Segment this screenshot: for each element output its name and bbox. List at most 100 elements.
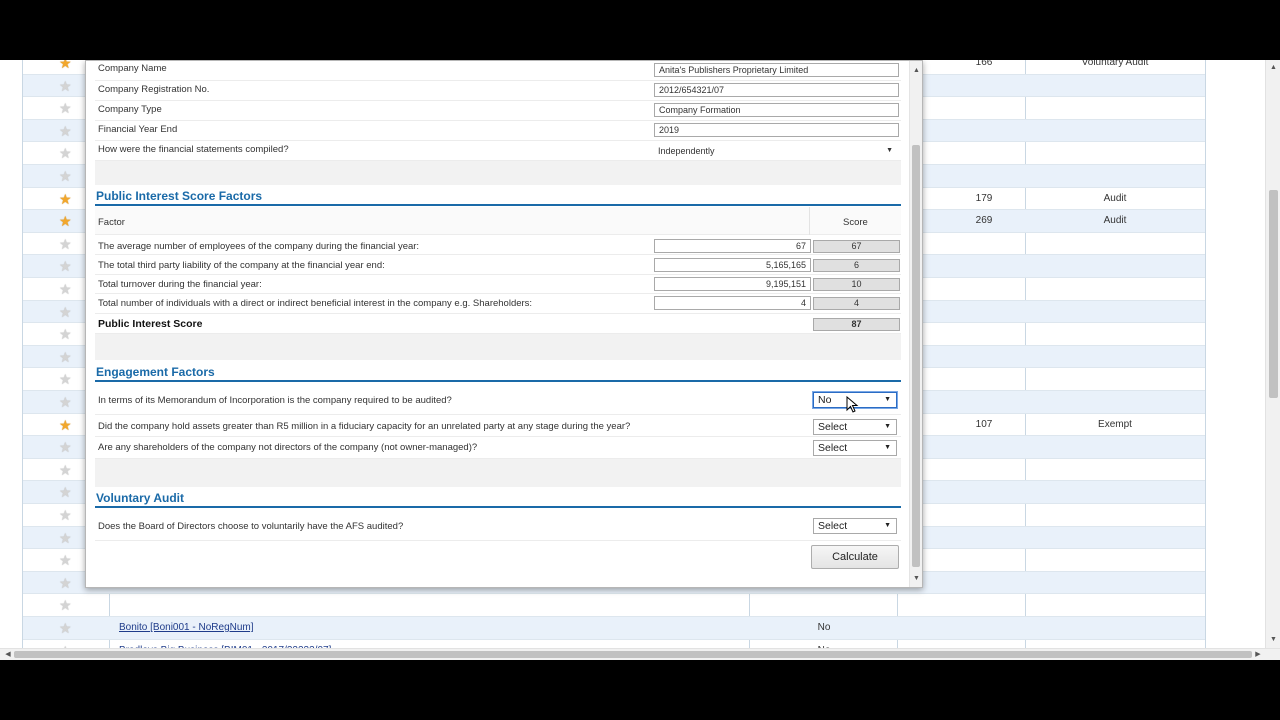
scroll-right-arrow-icon[interactable]: ▶	[1252, 649, 1264, 661]
column-divider	[809, 207, 810, 235]
dialog-vertical-scrollbar[interactable]: ▲ ▼	[909, 61, 922, 587]
favourite-star-icon[interactable]: ★	[59, 278, 72, 300]
favourite-star-icon[interactable]: ★	[59, 75, 72, 97]
page-vertical-scrollbar[interactable]: ▲ ▼	[1265, 60, 1280, 648]
company-reg-label: Company Registration No.	[98, 84, 210, 95]
favourite-star-icon[interactable]: ★	[59, 165, 72, 187]
favourite-star-icon[interactable]: ★	[59, 233, 72, 255]
flag-cell: No	[749, 640, 899, 648]
page-horizontal-scrollbar[interactable]: ◀ ▶	[0, 648, 1280, 660]
company-name-field[interactable]: Anita's Publishers Proprietary Limited	[654, 63, 899, 77]
favourite-star-icon[interactable]: ★	[59, 572, 72, 594]
pis-row-employees: The average number of employees of the c…	[95, 235, 901, 255]
favourite-star-icon[interactable]: ★	[59, 594, 72, 616]
fiduciary-select[interactable]: Select ▼	[813, 419, 897, 435]
favourite-star-icon[interactable]: ★	[59, 436, 72, 458]
company-type-field[interactable]: Company Formation	[654, 103, 899, 117]
engagement-row-fiduciary: Did the company hold assets greater than…	[95, 415, 901, 437]
fiduciary-select-value: Select	[818, 421, 848, 433]
favourite-star-icon[interactable]: ★	[59, 549, 72, 571]
pis-score-cell: 269	[975, 215, 993, 227]
turnover-score: 10	[813, 278, 900, 291]
company-name-label: Company Name	[98, 63, 167, 74]
pis-section-divider	[95, 204, 901, 206]
favourite-star-icon[interactable]: ★	[59, 188, 72, 210]
pis-section-title: Public Interest Score Factors	[96, 189, 263, 203]
favourite-star-icon[interactable]: ★	[59, 504, 72, 526]
pis-row-label: The total third party liability of the c…	[98, 260, 385, 271]
pis-row-label: Total number of individuals with a direc…	[98, 298, 533, 309]
pis-row-label: Total turnover during the financial year…	[98, 279, 262, 290]
voluntary-audit-select[interactable]: Select ▼	[813, 518, 897, 534]
engagement-section-divider	[95, 380, 901, 382]
favourite-star-icon[interactable]: ★	[59, 368, 72, 390]
favourite-star-icon[interactable]: ★	[59, 97, 72, 119]
favourite-star-icon[interactable]: ★	[59, 481, 72, 503]
pis-row-liability: The total third party liability of the c…	[95, 255, 901, 275]
favourite-star-icon[interactable]: ★	[59, 391, 72, 413]
engagement-section-title: Engagement Factors	[96, 365, 215, 379]
pis-score-cell: 166	[975, 60, 993, 68]
favourite-star-icon[interactable]: ★	[59, 323, 72, 345]
chevron-down-icon: ▼	[884, 396, 891, 403]
favourite-star-icon[interactable]: ★	[59, 617, 72, 639]
table-row: ★ Bradleys Big Business [BIM01 - 2017/222…	[23, 640, 1205, 648]
engagement-type-cell: Audit	[1103, 192, 1127, 204]
liability-input[interactable]: 5,165,165	[654, 258, 811, 272]
pis-score-cell: 179	[975, 192, 993, 204]
scroll-up-arrow-icon[interactable]: ▲	[910, 65, 922, 77]
financial-year-end-field[interactable]: 2019	[654, 123, 899, 137]
voluntary-audit-select-value: Select	[818, 520, 848, 532]
compiled-row: How were the financial statements compil…	[95, 141, 901, 161]
page-hscroll-thumb[interactable]	[14, 651, 1252, 658]
financial-year-end-row: Financial Year End 2019	[95, 121, 901, 141]
scroll-left-arrow-icon[interactable]: ◀	[2, 649, 14, 661]
favourite-star-icon[interactable]: ★	[59, 640, 72, 648]
calculate-button[interactable]: Calculate	[811, 545, 899, 569]
employees-input[interactable]: 67	[654, 239, 811, 253]
pis-total-label: Public Interest Score	[98, 318, 203, 330]
pis-row-shareholders: Total number of individuals with a direc…	[95, 294, 901, 314]
compiled-select[interactable]: Independently ▼	[654, 144, 899, 158]
engagement-row-moi: In terms of its Memorandum of Incorporat…	[95, 383, 901, 415]
favourite-star-icon[interactable]: ★	[59, 120, 72, 142]
shareholders-input[interactable]: 4	[654, 296, 811, 310]
favourite-star-icon[interactable]: ★	[59, 210, 72, 232]
voluntary-section-title: Voluntary Audit	[96, 491, 184, 505]
turnover-input[interactable]: 9,195,151	[654, 277, 811, 291]
favourite-star-icon[interactable]: ★	[59, 301, 72, 323]
favourite-star-icon[interactable]: ★	[59, 142, 72, 164]
favourite-star-icon[interactable]: ★	[59, 60, 72, 74]
company-link[interactable]: Bonito [Boni001 - NoRegNum]	[119, 617, 254, 639]
favourite-star-icon[interactable]: ★	[59, 414, 72, 436]
voluntary-section-divider	[95, 506, 901, 508]
scroll-down-arrow-icon[interactable]: ▼	[910, 573, 922, 585]
dialog-scroll-thumb[interactable]	[912, 145, 920, 567]
score-header: Score	[843, 217, 868, 228]
table-row: ★ Bonito [Boni001 - NoRegNum] No	[23, 617, 1205, 640]
factor-header: Factor	[98, 217, 125, 228]
favourite-star-icon[interactable]: ★	[59, 527, 72, 549]
spacer-band	[95, 334, 901, 360]
company-type-row: Company Type Company Formation	[95, 101, 901, 121]
scroll-up-arrow-icon[interactable]: ▲	[1266, 62, 1280, 74]
favourite-star-icon[interactable]: ★	[59, 346, 72, 368]
voluntary-question: Does the Board of Directors choose to vo…	[98, 521, 404, 532]
favourite-star-icon[interactable]: ★	[59, 459, 72, 481]
pis-total-score: 87	[813, 318, 900, 331]
financial-year-end-label: Financial Year End	[98, 124, 178, 135]
company-type-label: Company Type	[98, 104, 162, 115]
spacer-band	[95, 161, 901, 185]
scroll-down-arrow-icon[interactable]: ▼	[1266, 634, 1280, 646]
engagement-question: In terms of its Memorandum of Incorporat…	[98, 395, 452, 406]
engagement-row-owner-managed: Are any shareholders of the company not …	[95, 437, 901, 459]
compiled-select-value: Independently	[658, 146, 715, 156]
company-reg-field[interactable]: 2012/654321/07	[654, 83, 899, 97]
employees-score: 67	[813, 240, 900, 253]
owner-managed-select[interactable]: Select ▼	[813, 440, 897, 456]
page-scroll-thumb[interactable]	[1269, 190, 1278, 398]
pis-score-cell: 107	[975, 418, 993, 430]
company-link[interactable]: Bradleys Big Business [BIM01 - 2017/2223…	[119, 640, 331, 648]
chevron-down-icon: ▼	[884, 444, 891, 451]
favourite-star-icon[interactable]: ★	[59, 255, 72, 277]
